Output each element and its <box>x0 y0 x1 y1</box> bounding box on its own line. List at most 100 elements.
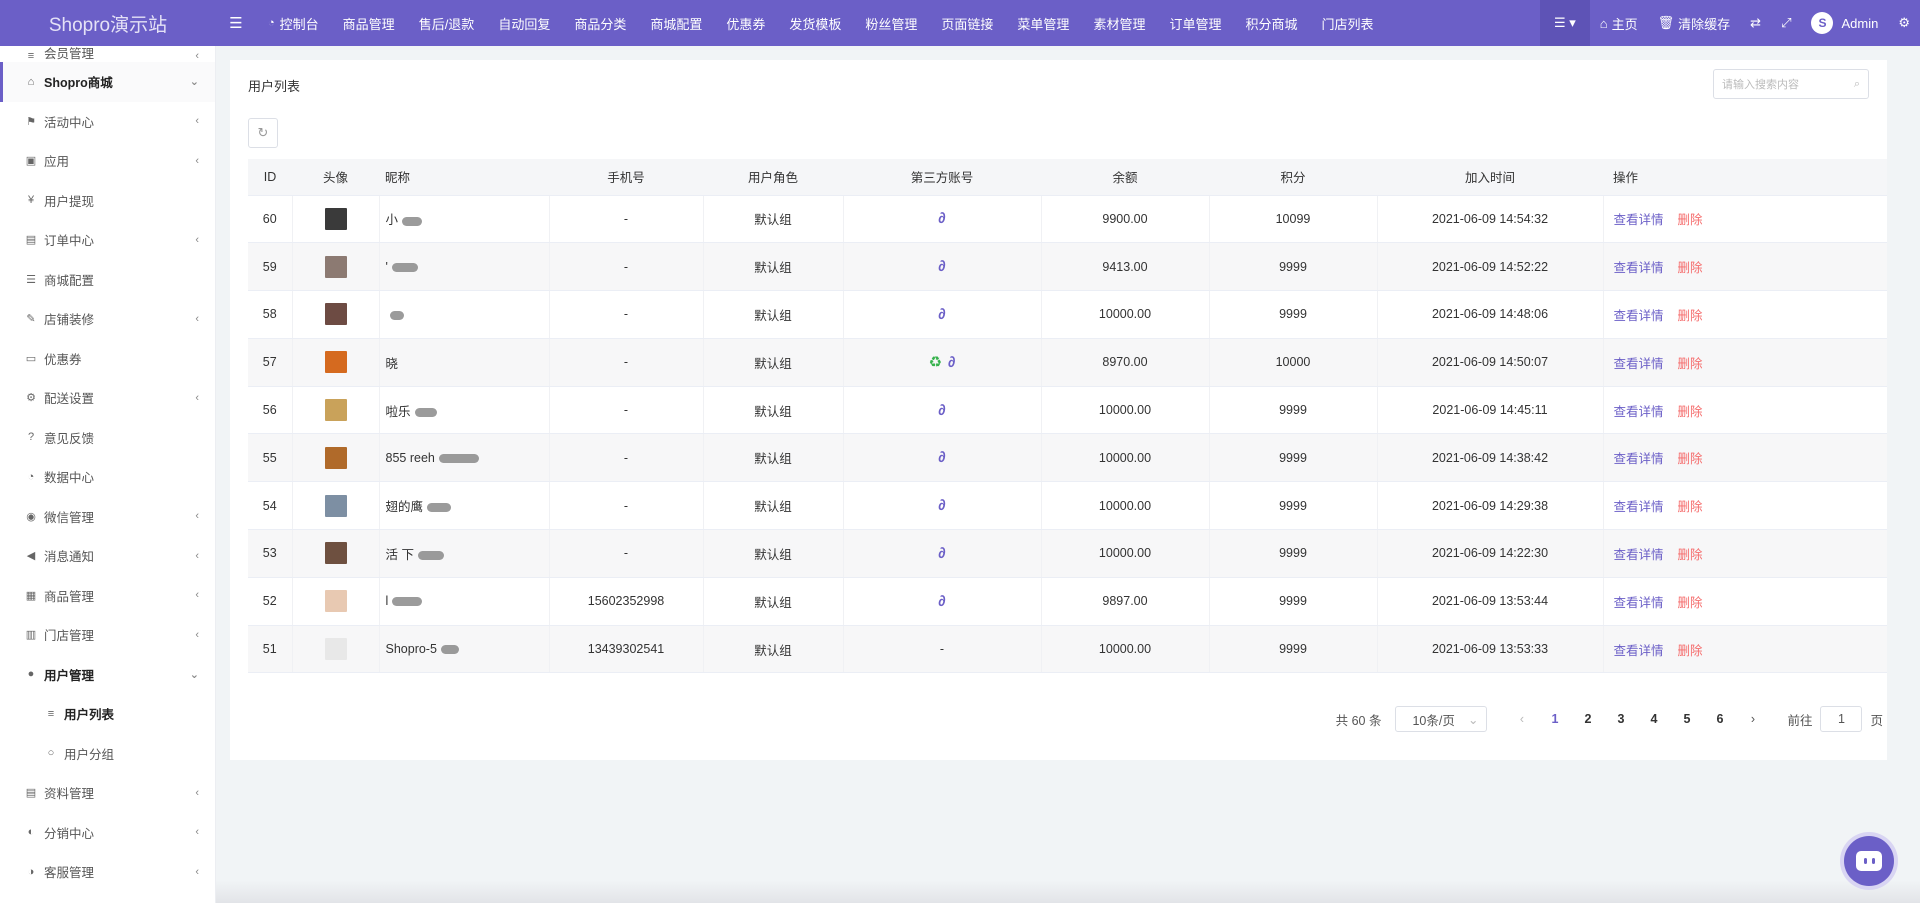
delete-button[interactable]: 删除 <box>1678 596 1703 610</box>
view-detail-button[interactable]: 查看详情 <box>1614 500 1664 514</box>
link-icon[interactable]: ∂ <box>938 593 945 610</box>
app-logo[interactable]: Shopro演示站 <box>0 0 216 46</box>
topnav-item[interactable]: 积分商城 <box>1233 0 1309 46</box>
sidebar-item[interactable]: ✎ 店铺装修 ‹ <box>0 299 215 339</box>
delete-button[interactable]: 删除 <box>1678 213 1703 227</box>
sidebar-item[interactable]: ▥ 门店管理 ‹ <box>0 615 215 655</box>
view-detail-button[interactable]: 查看详情 <box>1614 452 1664 466</box>
link-icon[interactable]: ∂ <box>948 354 955 371</box>
link-icon[interactable]: ∂ <box>938 210 945 227</box>
sidebar-item[interactable]: ▤ 资料管理 ‹ <box>0 773 215 813</box>
topnav-item[interactable]: 门店列表 <box>1309 0 1385 46</box>
page-number-button[interactable]: 6 <box>1703 712 1736 726</box>
link-icon[interactable]: ∂ <box>938 449 945 466</box>
row-actions: 查看详情 删除 <box>1614 500 1703 514</box>
sidebar-item[interactable]: ⌂ Shopro商城 ⌄ <box>0 62 215 102</box>
refresh-button[interactable]: ↻ <box>248 118 278 148</box>
link-icon[interactable]: ∂ <box>938 497 945 514</box>
view-detail-button[interactable]: 查看详情 <box>1614 596 1664 610</box>
view-detail-button[interactable]: 查看详情 <box>1614 261 1664 275</box>
topnav-item[interactable]: 页面链接 <box>929 0 1005 46</box>
menu-toggle-icon[interactable]: ☰ <box>216 0 256 46</box>
sidebar-item[interactable]: ▤ 订单中心 ‹ <box>0 220 215 260</box>
third-party-accounts: ∂ <box>938 449 945 466</box>
chat-button[interactable] <box>1844 836 1894 886</box>
sidebar-item[interactable]: ☰ 商城配置 <box>0 260 215 300</box>
avatar <box>324 638 347 661</box>
page-number-button[interactable]: 2 <box>1571 712 1604 726</box>
topnav-item[interactable]: 发货模板 <box>777 0 853 46</box>
view-detail-button[interactable]: 查看详情 <box>1614 405 1664 419</box>
topnav-item[interactable]: 商城配置 <box>638 0 714 46</box>
topnav-item[interactable]: ◔ 控制台 <box>256 0 331 46</box>
view-detail-button[interactable]: 查看详情 <box>1614 309 1664 323</box>
view-detail-button[interactable]: 查看详情 <box>1614 357 1664 371</box>
points-cell: 9999 <box>1209 433 1378 483</box>
sidebar-item[interactable]: ¥ 用户提现 <box>0 181 215 221</box>
points: 9999 <box>1279 546 1307 561</box>
topnav-item[interactable]: 菜单管理 <box>1005 0 1081 46</box>
sidebar-item[interactable]: ≡ 用户列表 <box>0 694 215 734</box>
topnav-item[interactable]: 素材管理 <box>1081 0 1157 46</box>
sidebar-item[interactable]: ▭ 优惠券 <box>0 339 215 379</box>
view-detail-button[interactable]: 查看详情 <box>1614 213 1664 227</box>
delete-button[interactable]: 删除 <box>1678 357 1703 371</box>
home-link[interactable]: ⌂ 主页 <box>1590 0 1648 46</box>
topnav-item[interactable]: 商品管理 <box>331 0 407 46</box>
sidebar-item[interactable]: ▣ 应用 ‹ <box>0 141 215 181</box>
settings-gear-icon[interactable]: ⚙ <box>1888 0 1920 46</box>
delete-button[interactable]: 删除 <box>1678 548 1703 562</box>
page-number-button[interactable]: 4 <box>1637 712 1670 726</box>
topnav-item[interactable]: 自动回复 <box>486 0 562 46</box>
delete-button[interactable]: 删除 <box>1678 405 1703 419</box>
topnav-item[interactable]: 售后/退款 <box>407 0 487 46</box>
role-cell: 默认组 <box>703 195 844 244</box>
translate-icon[interactable]: ⇄ <box>1740 0 1771 46</box>
sidebar-item[interactable]: ◀ 消息通知 ‹ <box>0 536 215 576</box>
delete-button[interactable]: 删除 <box>1678 261 1703 275</box>
view-detail-button[interactable]: 查看详情 <box>1614 548 1664 562</box>
topnav-item[interactable]: 优惠券 <box>714 0 777 46</box>
next-page-button[interactable]: › <box>1736 712 1769 726</box>
link-icon[interactable]: ∂ <box>938 402 945 419</box>
user-menu[interactable]: S Admin <box>1801 0 1888 46</box>
page-number-button[interactable]: 5 <box>1670 712 1703 726</box>
topnav-item[interactable]: 粉丝管理 <box>853 0 929 46</box>
sidebar-item[interactable]: ? 意见反馈 <box>0 418 215 458</box>
phone-cell: - <box>549 433 704 483</box>
delete-button[interactable]: 删除 <box>1678 644 1703 658</box>
sidebar-item[interactable]: ⚑ 活动中心 ‹ <box>0 102 215 142</box>
topnav-item[interactable]: 商品分类 <box>562 0 638 46</box>
user-id: 51 <box>262 642 277 657</box>
search-input[interactable]: 请输入搜索内容 ⌕ <box>1713 69 1869 99</box>
nav-dropdown-button[interactable]: ☰ ▾ <box>1539 0 1590 46</box>
delete-button[interactable]: 删除 <box>1678 500 1703 514</box>
sidebar-item[interactable]: ● 用户管理 ⌄ <box>0 655 215 695</box>
link-icon[interactable]: ∂ <box>938 258 945 275</box>
prev-page-button[interactable]: ‹ <box>1505 712 1538 726</box>
third-party-cell: ∂ <box>843 195 1042 244</box>
sidebar-item[interactable]: ◑ 客服管理 ‹ <box>0 852 215 892</box>
home-icon: ⌂ <box>1599 15 1608 31</box>
page-size-select[interactable]: 10条/页 ⌄ <box>1395 706 1488 732</box>
clear-cache-button[interactable]: 🗑︎ 清除缓存 <box>1648 0 1741 46</box>
sidebar-item[interactable]: ▦ 商品管理 ‹ <box>0 576 215 616</box>
goto-page-input[interactable]: 1 <box>1820 706 1863 732</box>
sidebar-item[interactable]: ◔ 数据中心 <box>0 457 215 497</box>
view-detail-button[interactable]: 查看详情 <box>1614 644 1664 658</box>
delete-button[interactable]: 删除 <box>1678 452 1703 466</box>
sidebar-item[interactable]: ◐ 分销中心 ‹ <box>0 813 215 853</box>
link-icon[interactable]: ∂ <box>938 545 945 562</box>
topnav-item[interactable]: 订单管理 <box>1157 0 1233 46</box>
page-number-button[interactable]: 3 <box>1604 712 1637 726</box>
sidebar-item[interactable]: ◉ 微信管理 ‹ <box>0 497 215 537</box>
page-number-button[interactable]: 1 <box>1538 712 1571 726</box>
link-icon[interactable]: ∂ <box>938 306 945 323</box>
fullscreen-icon[interactable]: ⤢ <box>1771 0 1801 46</box>
sidebar-item-partial[interactable]: ≡ 会员管理 ‹ <box>0 46 215 62</box>
wechat-icon[interactable]: ♻ <box>929 353 942 371</box>
delete-button[interactable]: 删除 <box>1678 309 1703 323</box>
sidebar-item[interactable]: ⚙ 配送设置 ‹ <box>0 378 215 418</box>
sidebar-item[interactable]: ○ 用户分组 <box>0 734 215 774</box>
table-row: 54 翅的鹰 - 默认组 ∂ 10000.00 9999 2021-06-09 14:29:3… <box>248 481 1887 531</box>
